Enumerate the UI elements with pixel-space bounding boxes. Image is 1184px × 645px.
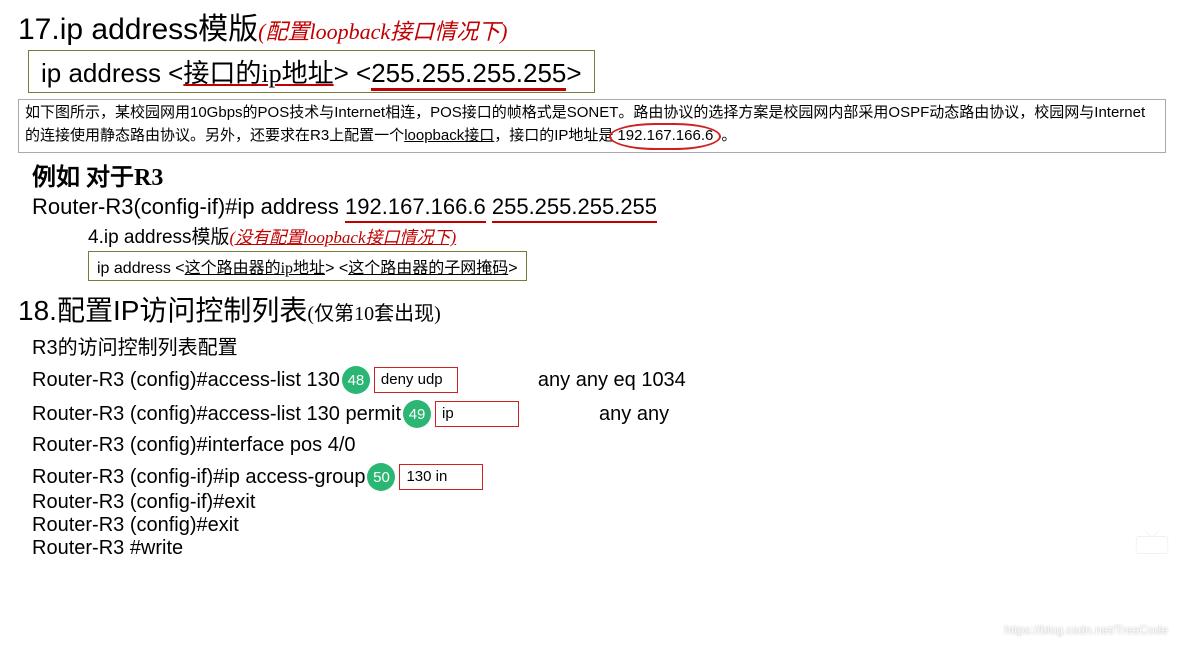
watermark: https://blog.csdn.net/TreeCode (1004, 623, 1168, 637)
answer-49: ip (435, 401, 519, 427)
sec4-num: 4. (88, 227, 104, 248)
heading-17-cn: 模版 (198, 13, 258, 46)
sec4-t2: 模版 (192, 227, 230, 248)
cmd1-pre: Router-R3(config-if)#ip address (32, 194, 345, 219)
question-loopback: loopback接口 (404, 127, 494, 144)
tmpl1-mask: 255.255.255.255 (371, 58, 566, 91)
acl1-pre: Router-R3 (config)#access-list 130 (32, 369, 340, 392)
command-line-1: Router-R3(config-if)#ip address 192.167.… (32, 194, 1166, 220)
cmd1-mask: 255.255.255.255 (492, 194, 657, 223)
cmd1-ip: 192.167.166.6 (345, 194, 486, 223)
sec4-sub: (没有配置loopback接口情况下) (230, 228, 457, 247)
acl-line-7: Router-R3 #write (32, 537, 1166, 560)
tmpl2-pre: ip address < (97, 260, 185, 277)
tmpl1-mid: > < (334, 58, 372, 88)
heading-17-sub: (配置loopback接口情况下) (258, 19, 507, 44)
sub-heading-4: 4.ip address模版(没有配置loopback接口情况下) (88, 222, 1166, 249)
tmpl2-end: > (508, 260, 517, 277)
acl-line-3: Router-R3 (config)#interface pos 4/0 (32, 434, 1166, 457)
blank-49: 49 (403, 400, 431, 428)
acl-subtitle: R3的访问控制列表配置 (32, 331, 1166, 360)
heading-17: 17.ip address模版(配置loopback接口情况下) (18, 4, 1166, 48)
acl3: Router-R3 (config)#interface pos 4/0 (32, 434, 356, 457)
heading-18: 18.配置IP访问控制列表(仅第10套出现) (18, 289, 1166, 329)
heading-18-num: 18. (18, 295, 57, 326)
question-box: 如下图所示，某校园网用10Gbps的POS技术与Internet相连，POS接口… (18, 99, 1166, 153)
question-ip-circled: 192.167.166.6 (609, 123, 721, 150)
tmpl2-router-ip: 这个路由器的ip地址 (185, 260, 325, 277)
acl2-pre: Router-R3 (config)#access-list 130 permi… (32, 403, 401, 426)
blank-50: 50 (367, 463, 395, 491)
tmpl1-pre: ip address < (41, 58, 183, 88)
acl-line-2: Router-R3 (config)#access-list 130 permi… (32, 400, 1166, 428)
video-tv-icon[interactable] (1134, 529, 1170, 555)
acl4-pre: Router-R3 (config-if)#ip access-group (32, 466, 365, 489)
sec4-t1: ip address (104, 227, 192, 248)
question-p2: ，接口的IP地址是 (494, 127, 613, 144)
acl2-after: any any (599, 403, 669, 426)
acl-line-6: Router-R3 (config)#exit (32, 514, 1166, 537)
acl6: Router-R3 (config)#exit (32, 514, 239, 537)
template-box-2: ip address <这个路由器的ip地址> <这个路由器的子网掩码> (88, 251, 527, 281)
question-end: 。 (721, 127, 736, 144)
acl7: Router-R3 #write (32, 537, 183, 560)
heading-17-num: 17. (18, 13, 60, 46)
acl-line-4: Router-R3 (config-if)#ip access-group 50… (32, 463, 1166, 491)
heading-18-sub: (仅第10套出现) (307, 303, 440, 325)
tmpl2-subnet: 这个路由器的子网掩码 (348, 260, 508, 277)
acl-line-1: Router-R3 (config)#access-list 130 48 de… (32, 366, 1166, 394)
heading-18-title: 配置IP访问控制列表 (57, 295, 307, 326)
tmpl1-end: > (566, 58, 581, 88)
tmpl2-mid: > < (325, 260, 348, 277)
acl-line-5: Router-R3 (config-if)#exit (32, 491, 1166, 514)
blank-48: 48 (342, 366, 370, 394)
template-box-ip-address: ip address <接口的ip地址> <255.255.255.255> (28, 50, 595, 93)
acl1-after: any any eq 1034 (538, 369, 686, 392)
heading-17-en: ip address (60, 13, 198, 46)
answer-50: 130 in (399, 464, 483, 490)
answer-48: deny udp (374, 367, 458, 393)
example-label: 例如 对于R3 (32, 157, 1166, 192)
acl5: Router-R3 (config-if)#exit (32, 491, 255, 514)
tmpl1-interface-ip: 接口的ip地址 (183, 59, 333, 88)
